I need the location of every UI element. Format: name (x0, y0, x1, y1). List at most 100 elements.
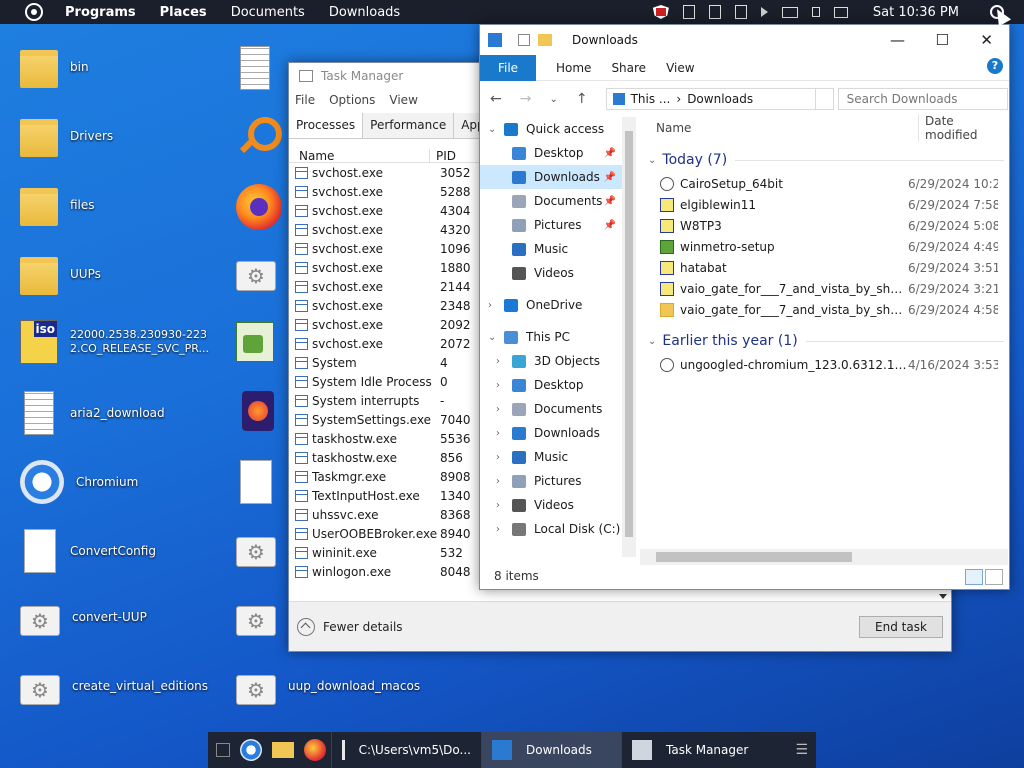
ribbon-view-tab[interactable]: View (666, 61, 694, 75)
desktop-icon-create-virtual[interactable]: create_virtual_editions (20, 667, 208, 705)
desktop-icon-uup-macos[interactable]: uup_download_macos (236, 667, 420, 705)
file-row[interactable]: hatabat 6/29/2024 3:51 PM (640, 257, 1010, 278)
file-row[interactable]: ungoogled-chromium_123.0.6312.122-1....4… (640, 354, 1010, 375)
menu-programs[interactable]: Programs (65, 5, 136, 20)
explorer-titlebar[interactable]: Downloads — ☐ ✕ (480, 25, 1009, 55)
breadcrumb-downloads[interactable]: Downloads (687, 92, 753, 106)
desktop-icon-blank-file[interactable] (236, 460, 286, 504)
no-network-icon[interactable] (682, 5, 695, 19)
network-monitor-icon[interactable] (781, 6, 798, 18)
chevron-icon[interactable]: ⌄ (488, 124, 500, 135)
breadcrumb-this-pc[interactable]: This ... (631, 92, 671, 106)
end-task-button[interactable]: End task (859, 616, 943, 638)
menu-view[interactable]: View (389, 93, 417, 107)
expand-tray-icon[interactable] (760, 7, 768, 17)
search-input[interactable]: Search Downloads (837, 88, 1008, 110)
nav-item-pictures[interactable]: › Pictures (480, 469, 622, 493)
file-row[interactable]: winmetro-setup 6/29/2024 4:49 PM (640, 236, 1010, 257)
volume-muted-icon[interactable] (811, 7, 820, 17)
nav-item-desktop[interactable]: › Desktop (480, 373, 622, 397)
update-icon[interactable] (734, 5, 747, 19)
show-desktop-icon[interactable] (216, 743, 230, 757)
nav-item-desktop[interactable]: Desktop 📌 (480, 141, 622, 165)
menu-places[interactable]: Places (160, 5, 207, 20)
nav-item-documents[interactable]: Documents 📌 (480, 189, 622, 213)
clipboard-icon[interactable] (708, 5, 721, 19)
maximize-icon[interactable]: ☐ (936, 31, 949, 49)
desktop-icon-iso[interactable]: 22000.2538.230930-2232.CO_RELEASE_SVC_PR… (20, 320, 210, 364)
desktop-icon-bin[interactable]: bin (20, 46, 89, 88)
clock[interactable]: Sat 10:36 PM (873, 5, 959, 20)
desktop-icon-script[interactable] (236, 598, 288, 636)
nav-item-3d-objects[interactable]: › 3D Objects (480, 349, 622, 373)
forward-icon[interactable]: → (520, 91, 532, 107)
large-icons-view-icon[interactable] (985, 569, 1003, 585)
nav-item-local-disk-c[interactable]: › Local Disk (C:) (480, 517, 622, 541)
chromium-icon[interactable] (240, 739, 262, 761)
file-group-header[interactable]: ⌄ Today (7) (640, 147, 1010, 173)
chevron-icon[interactable]: ⌄ (488, 332, 500, 343)
column-header-date[interactable]: Date modified (918, 114, 1010, 142)
ribbon-share-tab[interactable]: Share (611, 61, 646, 75)
desktop-icon-files[interactable]: files (20, 184, 95, 226)
up-icon[interactable]: ↑ (576, 91, 588, 107)
desktop-icon-convert-uup[interactable]: convert-UUP (20, 598, 147, 636)
chevron-icon[interactable]: › (496, 356, 508, 367)
nav-item-pictures[interactable]: Pictures 📌 (480, 213, 622, 237)
column-header-name[interactable]: Name (656, 121, 691, 135)
fewer-details-button[interactable]: Fewer details (297, 617, 403, 636)
nav-item-videos[interactable]: Videos (480, 261, 622, 285)
chevron-icon[interactable]: › (496, 500, 508, 511)
details-view-icon[interactable] (965, 569, 983, 585)
tab-performance[interactable]: Performance (363, 113, 455, 138)
column-header-pid[interactable]: PID (429, 148, 456, 163)
file-row[interactable]: elgiblewin11 6/29/2024 7:58 PM (640, 194, 1010, 215)
nav-item-onedrive[interactable]: › OneDrive (480, 293, 622, 317)
scroll-down-icon[interactable] (939, 594, 947, 599)
desktop-icon-aria2[interactable]: aria2_download (20, 391, 165, 435)
ribbon-home-tab[interactable]: Home (556, 61, 591, 75)
menu-file[interactable]: File (295, 93, 315, 107)
back-icon[interactable]: ← (490, 91, 502, 107)
chevron-icon[interactable]: › (496, 452, 508, 463)
security-shield-icon[interactable] (652, 5, 669, 19)
horizontal-scrollbar[interactable] (640, 549, 1008, 565)
taskbar-task-task-manager[interactable]: Task Manager (621, 732, 761, 768)
nav-item-quick-access[interactable]: ⌄ Quick access (480, 117, 622, 141)
tab-processes[interactable]: Processes (289, 113, 364, 138)
close-icon[interactable]: ✕ (980, 31, 993, 49)
taskbar-task-downloads[interactable]: Downloads (481, 732, 621, 768)
file-row[interactable]: W8TP3 6/29/2024 5:08 PM (640, 215, 1010, 236)
chevron-icon[interactable]: › (496, 524, 508, 535)
desktop-icon-uups[interactable]: UUPs (20, 253, 101, 295)
file-group-header[interactable]: ⌄ Earlier this year (1) (640, 328, 1010, 354)
nav-item-music[interactable]: Music (480, 237, 622, 261)
nav-item-music[interactable]: › Music (480, 445, 622, 469)
chevron-icon[interactable]: › (496, 428, 508, 439)
desktop-icon-firefox[interactable] (236, 184, 294, 230)
menu-documents[interactable]: Documents (231, 5, 305, 20)
recent-locations-icon[interactable]: ⌄ (549, 94, 557, 105)
cairo-menu-icon[interactable] (25, 3, 43, 21)
desktop-icon-document[interactable] (236, 46, 286, 90)
properties-icon[interactable] (518, 34, 530, 46)
minimize-icon[interactable]: — (890, 31, 905, 49)
file-row[interactable]: vaio_gate_for___7_and_vista_by_shogunt..… (640, 278, 1010, 299)
refresh-button[interactable] (815, 88, 834, 110)
nav-item-this-pc[interactable]: ⌄ This PC (480, 325, 622, 349)
desktop-icon-firefox-dev[interactable] (236, 391, 286, 431)
nav-item-downloads[interactable]: › Downloads (480, 421, 622, 445)
chevron-icon[interactable]: › (496, 404, 508, 415)
nav-item-videos[interactable]: › Videos (480, 493, 622, 517)
chevron-icon[interactable]: › (496, 476, 508, 487)
new-folder-icon[interactable] (538, 34, 552, 46)
firefox-icon[interactable] (304, 739, 326, 761)
help-icon[interactable]: ? (987, 58, 1003, 74)
file-row[interactable]: CairoSetup_64bit 6/29/2024 10:22 PM (640, 173, 1010, 194)
notification-icon[interactable] (833, 6, 848, 18)
scrollbar-thumb[interactable] (656, 552, 852, 562)
nav-scrollbar[interactable] (622, 117, 636, 557)
chevron-down-icon[interactable]: ⌄ (648, 336, 656, 347)
menu-options[interactable]: Options (329, 93, 375, 107)
column-header-name[interactable]: Name (289, 149, 429, 163)
